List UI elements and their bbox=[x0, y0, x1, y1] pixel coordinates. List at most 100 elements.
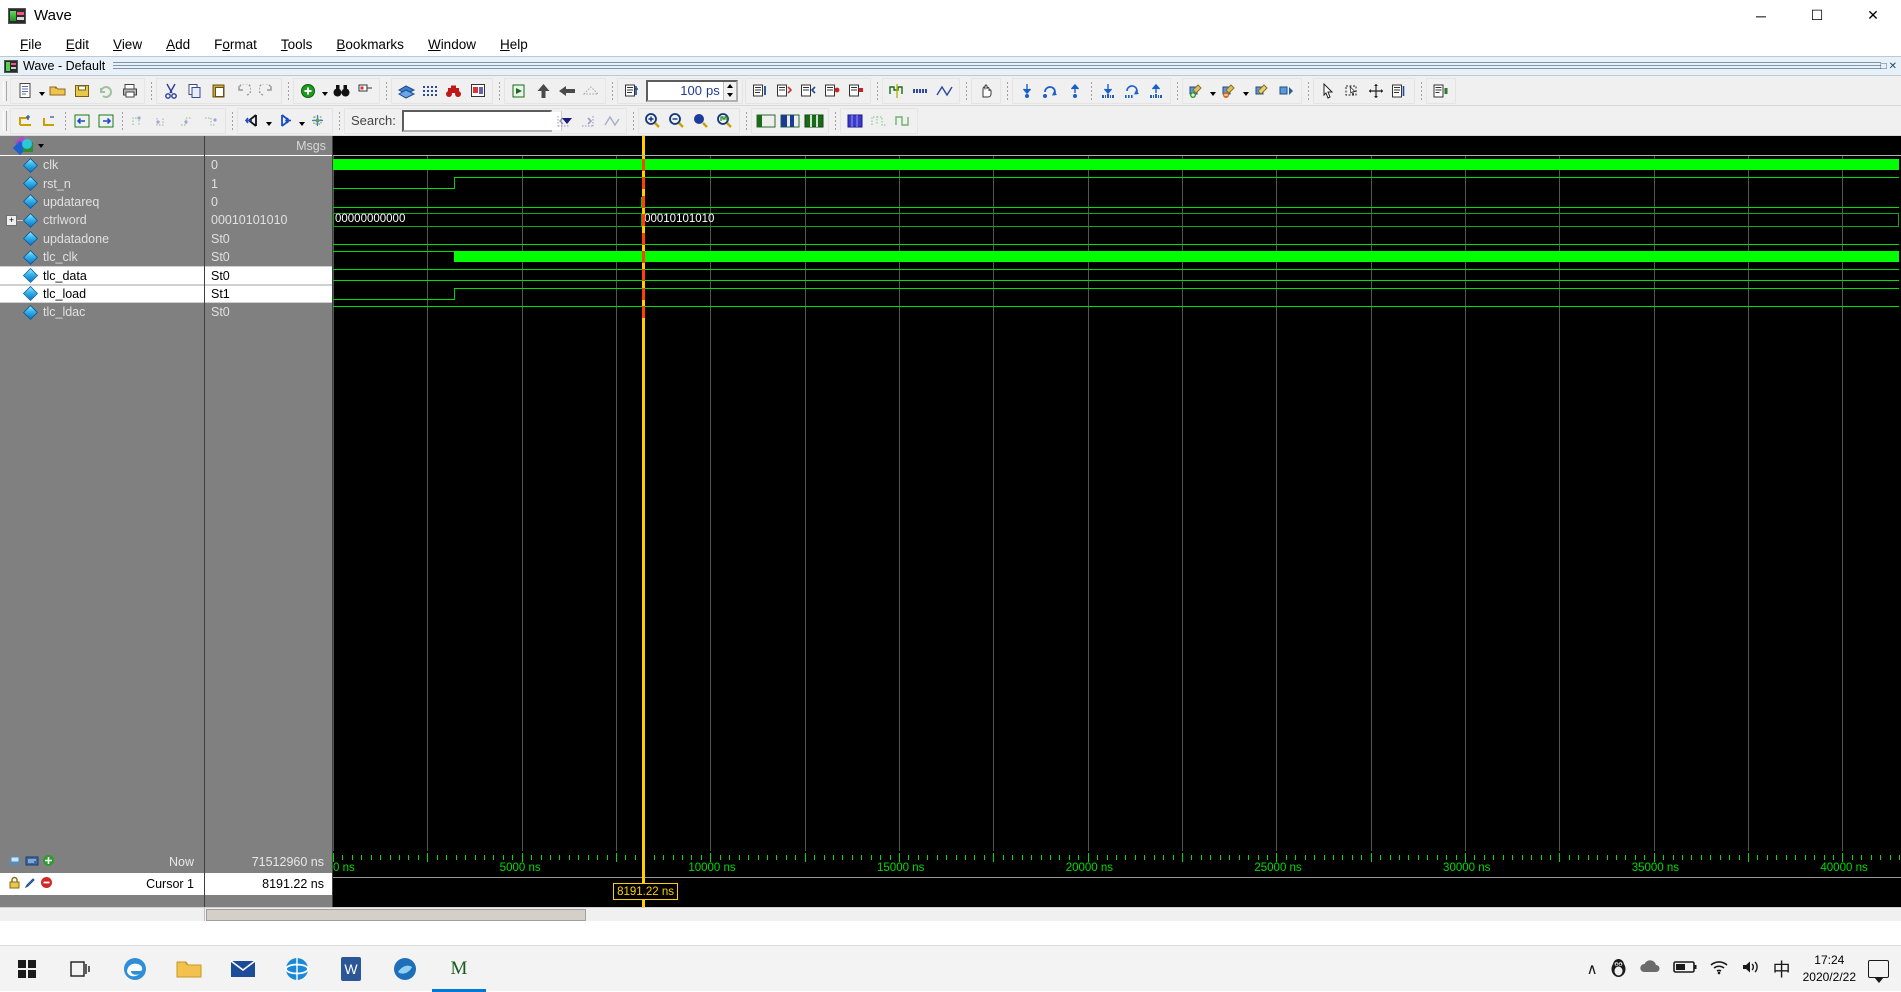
value-row[interactable]: St0 bbox=[205, 230, 332, 248]
signal-row-rst_n[interactable]: rst_n bbox=[0, 174, 204, 192]
undo-icon[interactable] bbox=[231, 79, 255, 103]
value-row[interactable]: St0 bbox=[205, 303, 332, 321]
grid-snap-icon[interactable] bbox=[891, 109, 915, 133]
delete-signal-icon[interactable] bbox=[37, 109, 61, 133]
run-length-decrement[interactable] bbox=[723, 90, 736, 100]
taskbar-edge[interactable] bbox=[108, 946, 162, 992]
wave-rotate-icon[interactable] bbox=[1120, 79, 1144, 103]
print-icon[interactable] bbox=[118, 79, 142, 103]
wave-up-icon[interactable] bbox=[1144, 79, 1168, 103]
run-icon[interactable] bbox=[531, 79, 555, 103]
maximize-button[interactable]: ☐ bbox=[1789, 0, 1845, 32]
run-length-increment[interactable] bbox=[723, 81, 736, 91]
notification-icon[interactable] bbox=[1868, 959, 1889, 983]
continue-icon[interactable] bbox=[820, 79, 844, 103]
menu-edit[interactable]: Edit bbox=[54, 35, 101, 54]
tray-chevron-icon[interactable]: ∧ bbox=[1587, 960, 1598, 978]
cursor-value-row[interactable]: 8191.22 ns bbox=[205, 873, 332, 895]
bookmark-add-dropdown-icon[interactable] bbox=[1209, 79, 1218, 103]
paste-icon[interactable] bbox=[207, 79, 231, 103]
cursor-row[interactable]: Cursor 1 bbox=[0, 873, 204, 895]
taskbar-ie[interactable] bbox=[270, 946, 324, 992]
horizontal-scrollbar[interactable] bbox=[205, 908, 1901, 921]
wave-dot4-icon[interactable] bbox=[199, 109, 223, 133]
edit-cursor-icon[interactable] bbox=[24, 876, 37, 892]
qq-penguin-icon[interactable] bbox=[1610, 957, 1627, 981]
cursor-line-header[interactable] bbox=[642, 136, 646, 155]
layout-split-icon[interactable] bbox=[778, 109, 802, 133]
value-row[interactable]: 00010101010 bbox=[205, 211, 332, 229]
reload-icon[interactable] bbox=[94, 79, 118, 103]
expand-right-dropdown-icon[interactable] bbox=[297, 109, 306, 133]
open-folder-icon[interactable] bbox=[46, 79, 70, 103]
step-icon[interactable] bbox=[620, 79, 644, 103]
signal-row-updatadone[interactable]: updatadone bbox=[0, 230, 204, 248]
run-length-spinner[interactable]: 100 ps bbox=[646, 79, 738, 102]
menu-add[interactable]: Add bbox=[154, 35, 202, 54]
run-all-icon[interactable] bbox=[442, 79, 466, 103]
wave-dot2-icon[interactable] bbox=[151, 109, 175, 133]
undock-icon[interactable]: □ bbox=[1881, 61, 1887, 72]
cursor-up-icon[interactable] bbox=[1063, 79, 1087, 103]
menu-view[interactable]: View bbox=[101, 35, 154, 54]
delete-cursor-icon[interactable] bbox=[40, 876, 53, 892]
grid-toggle-icon[interactable] bbox=[843, 109, 867, 133]
bookmark-goto-icon[interactable] bbox=[1275, 79, 1299, 103]
expand-all-icon[interactable] bbox=[306, 109, 330, 133]
search-prev-icon[interactable] bbox=[552, 109, 576, 133]
expand-wave-icon[interactable] bbox=[25, 855, 39, 870]
menu-help[interactable]: Help bbox=[488, 35, 540, 54]
new-file-icon[interactable] bbox=[13, 79, 37, 103]
continue-run-icon[interactable] bbox=[555, 79, 579, 103]
battery-icon[interactable] bbox=[1672, 960, 1697, 977]
save-icon[interactable] bbox=[70, 79, 94, 103]
value-row[interactable]: St0 bbox=[205, 266, 332, 285]
names-column-header[interactable] bbox=[0, 135, 204, 156]
search-options-icon[interactable] bbox=[600, 109, 624, 133]
bookmark-add-icon[interactable] bbox=[1185, 79, 1209, 103]
add-object-dropdown-icon[interactable] bbox=[320, 79, 329, 103]
value-row[interactable]: 0 bbox=[205, 193, 332, 211]
insert-cursor-icon[interactable] bbox=[885, 79, 909, 103]
redo-icon[interactable] bbox=[255, 79, 279, 103]
expand-right-icon[interactable] bbox=[273, 109, 297, 133]
expand-plus-icon[interactable]: + bbox=[6, 215, 17, 227]
menu-bookmarks[interactable]: Bookmarks bbox=[324, 35, 416, 54]
start-button[interactable] bbox=[0, 946, 54, 992]
chevron-down-icon[interactable] bbox=[38, 143, 44, 148]
signal-row-ctrlword[interactable]: + ctrlword bbox=[0, 211, 204, 229]
zoom-cursor-icon[interactable] bbox=[713, 109, 737, 133]
bookmark-remove-icon[interactable] bbox=[1218, 79, 1242, 103]
taskbar-modelsim[interactable]: M bbox=[432, 946, 486, 992]
toolbar-handle[interactable] bbox=[3, 80, 7, 101]
insert-signal-icon[interactable] bbox=[13, 109, 37, 133]
next-edge-icon[interactable] bbox=[94, 109, 118, 133]
zoom-in-icon[interactable] bbox=[641, 109, 665, 133]
add-object-icon[interactable] bbox=[296, 79, 320, 103]
taskbar-explorer[interactable] bbox=[162, 946, 216, 992]
wave-dot3-icon[interactable] bbox=[175, 109, 199, 133]
search-next-icon[interactable] bbox=[576, 109, 600, 133]
signal-row-tlc_load[interactable]: tlc_load bbox=[0, 284, 204, 304]
select-mode-icon[interactable] bbox=[1316, 79, 1340, 103]
add-cursor-icon[interactable] bbox=[42, 854, 55, 870]
simulate-grid-icon[interactable] bbox=[418, 79, 442, 103]
step-out-icon[interactable] bbox=[796, 79, 820, 103]
edit-mode-icon[interactable] bbox=[1388, 79, 1412, 103]
zoom-mode-icon[interactable] bbox=[1340, 79, 1364, 103]
stop-icon[interactable] bbox=[844, 79, 868, 103]
menu-window[interactable]: Window bbox=[416, 35, 488, 54]
menu-file[interactable]: FFileile bbox=[8, 35, 54, 54]
prev-edge-icon[interactable] bbox=[70, 109, 94, 133]
cursor-down-icon[interactable] bbox=[1015, 79, 1039, 103]
signal-row-tlc_clk[interactable]: tlc_clk bbox=[0, 248, 204, 266]
timeline-ruler[interactable]: 0 ns 5000 ns 10000 ns 15000 ns 20000 ns 25000… bbox=[333, 851, 1901, 907]
zoom-full-icon[interactable] bbox=[689, 109, 713, 133]
signal-row-updatareq[interactable]: updatareq bbox=[0, 193, 204, 211]
wave-compare-icon[interactable] bbox=[933, 79, 957, 103]
search-box[interactable] bbox=[401, 109, 572, 132]
menu-tools[interactable]: Tools bbox=[269, 35, 325, 54]
wave-expand-icon[interactable] bbox=[909, 79, 933, 103]
value-row[interactable]: St0 bbox=[205, 248, 332, 266]
pan-mode-icon[interactable] bbox=[1364, 79, 1388, 103]
